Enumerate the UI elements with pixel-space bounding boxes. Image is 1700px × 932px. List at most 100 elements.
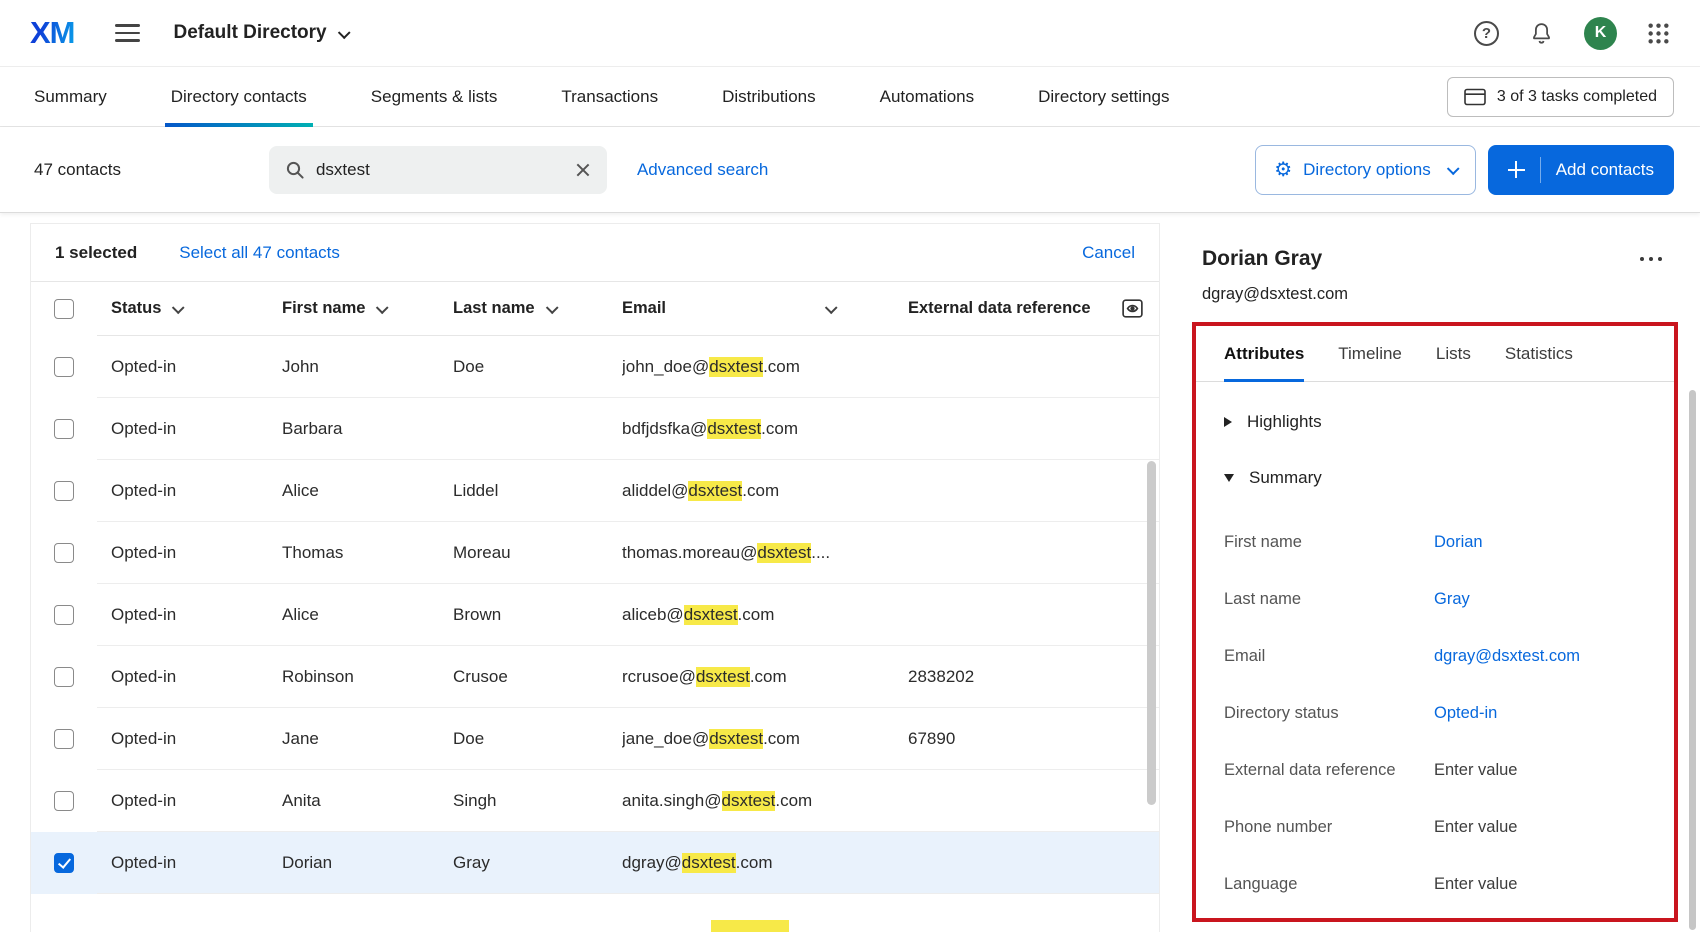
tasks-completed-label: 3 of 3 tasks completed: [1496, 87, 1657, 105]
select-all-checkbox[interactable]: [54, 299, 74, 319]
table-row[interactable]: Opted-in Barbara bdfjdsfka@dsxtest.com: [31, 398, 1159, 460]
cell-status: Opted-in: [111, 356, 177, 376]
tab-distributions[interactable]: Distributions: [722, 67, 816, 126]
table-row[interactable]: Opted-in Alice Liddel aliddel@dsxtest.co…: [31, 460, 1159, 522]
sort-chevron-icon[interactable]: [545, 301, 559, 315]
tab-directory-contacts[interactable]: Directory contacts: [164, 67, 313, 127]
sort-chevron-icon[interactable]: [824, 301, 838, 315]
panel-tab-timeline[interactable]: Timeline: [1338, 326, 1402, 381]
directory-options-button[interactable]: ⚙ Directory options: [1255, 144, 1476, 195]
field-value-placeholder[interactable]: Enter value: [1434, 818, 1517, 837]
cell-email: john_doe@dsxtest.com: [622, 356, 800, 377]
cell-external-ref: 67890: [908, 728, 956, 748]
expanded-triangle-icon: [1224, 474, 1234, 482]
search-box[interactable]: [268, 145, 607, 194]
cancel-selection-link[interactable]: Cancel: [1082, 243, 1135, 263]
cell-first-name: Alice: [282, 480, 319, 500]
field-value-placeholder[interactable]: Enter value: [1434, 761, 1517, 780]
select-all-link[interactable]: Select all 47 contacts: [179, 243, 340, 263]
clear-search-icon[interactable]: [575, 162, 591, 178]
cell-status: Opted-in: [111, 666, 177, 686]
search-highlight: dsxtest: [688, 480, 743, 501]
collapsed-triangle-icon: [1224, 417, 1232, 427]
tasks-completed-button[interactable]: 3 of 3 tasks completed: [1446, 76, 1674, 117]
attribute-fields: First name Dorian Last name Gray Email d…: [1196, 514, 1674, 913]
cell-email: rcrusoe@dsxtest.com: [622, 666, 787, 687]
summary-label: Summary: [1249, 468, 1322, 487]
header-last-name[interactable]: Last name: [453, 299, 622, 318]
row-checkbox[interactable]: [54, 667, 74, 687]
search-highlight: dsxtest: [695, 666, 750, 687]
contact-name: Dorian Gray: [1202, 247, 1323, 270]
tab-summary[interactable]: Summary: [34, 67, 107, 126]
advanced-search-link[interactable]: Advanced search: [637, 160, 768, 180]
row-checkbox[interactable]: [54, 543, 74, 563]
more-options-icon[interactable]: [1639, 256, 1662, 262]
table-row[interactable]: Opted-in Anita Singh anita.singh@dsxtest…: [31, 770, 1159, 832]
search-highlight: dsxtest: [709, 728, 764, 749]
cell-email: aliceb@dsxtest.com: [622, 604, 775, 625]
search-input[interactable]: [315, 159, 564, 180]
annotation-red-box: Attributes Timeline Lists Statistics Hig…: [1192, 322, 1678, 922]
search-highlight: dsxtest: [707, 418, 762, 439]
tab-automations[interactable]: Automations: [880, 67, 975, 126]
column-visibility-icon[interactable]: [1120, 296, 1145, 321]
panel-tab-attributes[interactable]: Attributes: [1224, 326, 1305, 382]
tab-segments-lists[interactable]: Segments & lists: [371, 67, 498, 126]
header-first-name[interactable]: First name: [282, 299, 453, 318]
cell-status: Opted-in: [111, 604, 177, 624]
header-external-data-reference[interactable]: External data reference: [908, 296, 1145, 321]
field-directory-status: Directory status Opted-in: [1224, 704, 1498, 723]
table-row[interactable]: Opted-in Robinson Crusoe rcrusoe@dsxtest…: [31, 646, 1159, 708]
cell-first-name: Robinson: [282, 666, 354, 686]
field-value-link[interactable]: Opted-in: [1434, 704, 1497, 723]
field-email: Email dgray@dsxtest.com: [1224, 647, 1581, 666]
header-status[interactable]: Status: [111, 299, 282, 318]
row-checkbox[interactable]: [54, 605, 74, 625]
cell-first-name: Barbara: [282, 418, 343, 438]
avatar[interactable]: K: [1584, 16, 1617, 50]
page-scrollbar[interactable]: [1689, 390, 1696, 930]
row-checkbox[interactable]: [54, 729, 74, 749]
row-checkbox-checked[interactable]: [54, 853, 74, 873]
panel-tab-lists[interactable]: Lists: [1436, 326, 1471, 381]
chevron-down-icon: [1446, 162, 1460, 176]
panel-tab-statistics[interactable]: Statistics: [1505, 326, 1573, 381]
row-checkbox[interactable]: [54, 791, 74, 811]
search-highlight: dsxtest: [683, 604, 738, 625]
field-value-link[interactable]: Dorian: [1434, 533, 1483, 552]
field-value-placeholder[interactable]: Enter value: [1434, 875, 1517, 894]
cell-email: jane_doe@dsxtest.com: [622, 728, 800, 749]
section-summary[interactable]: Summary: [1196, 468, 1674, 488]
cell-last-name: Liddel: [453, 480, 499, 500]
sort-chevron-icon[interactable]: [172, 301, 186, 315]
field-value-link[interactable]: Gray: [1434, 590, 1470, 609]
sort-chevron-icon[interactable]: [376, 301, 390, 315]
hamburger-menu-icon[interactable]: [114, 19, 140, 47]
row-checkbox[interactable]: [54, 357, 74, 377]
section-highlights[interactable]: Highlights: [1196, 412, 1674, 432]
table-row-selected[interactable]: Opted-in Dorian Gray dgray@dsxtest.com: [31, 832, 1159, 894]
add-contacts-button[interactable]: Add contacts: [1487, 144, 1674, 195]
table-row[interactable]: Opted-in John Doe john_doe@dsxtest.com: [31, 336, 1159, 398]
tab-transactions[interactable]: Transactions: [561, 67, 658, 126]
header-email[interactable]: Email: [622, 299, 908, 318]
notifications-bell-icon[interactable]: [1529, 21, 1554, 46]
cell-first-name: Alice: [282, 604, 319, 624]
field-external-data-reference: External data reference Enter value: [1224, 761, 1518, 780]
cell-last-name: Moreau: [453, 542, 511, 562]
tab-directory-settings[interactable]: Directory settings: [1038, 67, 1169, 126]
table-row[interactable]: Opted-in Alice Brown aliceb@dsxtest.com: [31, 584, 1159, 646]
directory-selector[interactable]: Default Directory: [174, 22, 351, 44]
field-value-link[interactable]: dgray@dsxtest.com: [1434, 647, 1580, 666]
apps-grid-icon[interactable]: [1647, 22, 1670, 45]
table-row[interactable]: Opted-in Thomas Moreau thomas.moreau@dsx…: [31, 522, 1159, 584]
table-scrollbar[interactable]: [1147, 461, 1156, 805]
help-icon[interactable]: ?: [1474, 20, 1499, 46]
table-row[interactable]: Opted-in Jane Doe jane_doe@dsxtest.com 6…: [31, 708, 1159, 770]
row-checkbox[interactable]: [54, 481, 74, 501]
row-checkbox[interactable]: [54, 419, 74, 439]
highlight-sliver: [711, 920, 789, 932]
cell-status: Opted-in: [111, 852, 177, 872]
cell-status: Opted-in: [111, 542, 177, 562]
